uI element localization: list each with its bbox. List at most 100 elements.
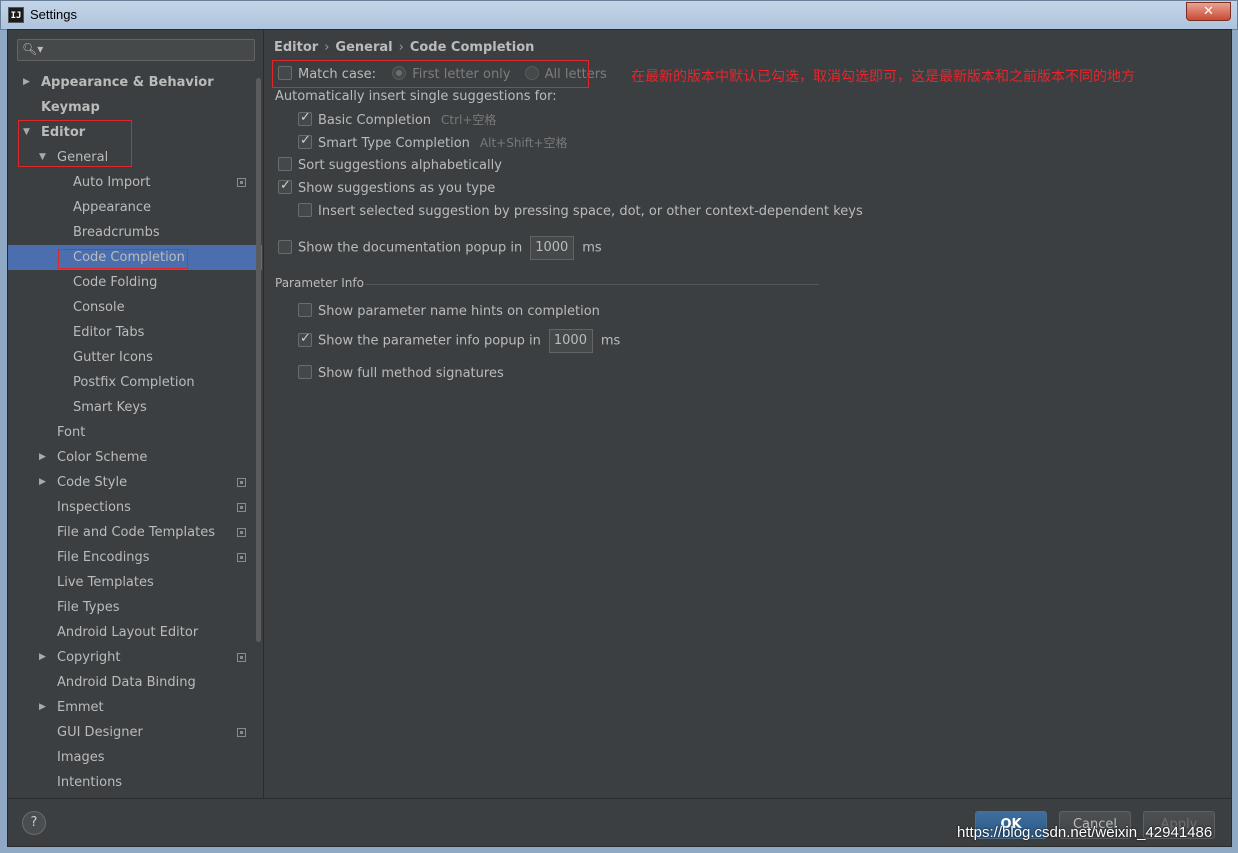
- collapsed-arrow-icon[interactable]: ▶: [23, 70, 30, 95]
- sidebar-item-label: Smart Keys: [73, 400, 147, 415]
- sidebar-scrollbar[interactable]: [256, 78, 261, 642]
- breadcrumb-editor[interactable]: Editor: [274, 40, 318, 55]
- sidebar-item-keymap[interactable]: Keymap: [8, 95, 262, 120]
- sidebar-item-font[interactable]: Font: [8, 420, 262, 445]
- basic-completion-label: Basic Completion: [318, 113, 432, 128]
- sidebar-item-inspections[interactable]: Inspections: [8, 495, 262, 520]
- sidebar-item-emmet[interactable]: ▶ Emmet: [8, 695, 262, 720]
- sidebar-item-smart-keys[interactable]: Smart Keys: [8, 395, 262, 420]
- doc-popup-delay-input[interactable]: 1000: [530, 236, 575, 260]
- sidebar-item-label: Code Folding: [73, 275, 158, 290]
- sidebar-item-label: Breadcrumbs: [73, 225, 160, 240]
- info-popup-row: Show the parameter info popup in 1000 ms: [298, 329, 620, 353]
- collapsed-arrow-icon[interactable]: ▶: [39, 445, 46, 470]
- sidebar-item-file-types[interactable]: File Types: [8, 595, 262, 620]
- window-title: Settings: [30, 7, 77, 22]
- sidebar-item-android-layout-editor[interactable]: Android Layout Editor: [8, 620, 262, 645]
- sidebar-item-label: File Encodings: [57, 550, 150, 565]
- sidebar-item-gui-designer[interactable]: GUI Designer: [8, 720, 262, 745]
- smart-completion-shortcut: Alt+Shift+空格: [479, 136, 568, 150]
- sidebar-item-editor-tabs[interactable]: Editor Tabs: [8, 320, 262, 345]
- info-popup-delay-input[interactable]: 1000: [548, 329, 593, 353]
- sidebar-item-label: Images: [57, 750, 105, 765]
- project-scope-icon: [237, 553, 246, 562]
- sidebar-item-appearance-behavior[interactable]: ▶ Appearance & Behavior: [8, 70, 262, 95]
- full-signatures-checkbox[interactable]: [298, 365, 312, 379]
- sidebar-item-images[interactable]: Images: [8, 745, 262, 770]
- sidebar-item-copyright[interactable]: ▶ Copyright: [8, 645, 262, 670]
- sidebar-item-gutter-icons[interactable]: Gutter Icons: [8, 345, 262, 370]
- sidebar-item-code-folding[interactable]: Code Folding: [8, 270, 262, 295]
- breadcrumb: Editor › General › Code Completion: [274, 40, 534, 55]
- doc-popup-label: Show the documentation popup in: [298, 240, 523, 256]
- sort-checkbox[interactable]: [278, 157, 292, 171]
- collapsed-arrow-icon[interactable]: ▶: [39, 470, 46, 495]
- sidebar-item-label: Intentions: [57, 775, 123, 790]
- info-popup-checkbox[interactable]: [298, 331, 312, 347]
- sidebar-item-postfix-completion[interactable]: Postfix Completion: [8, 370, 262, 395]
- name-hints-checkbox[interactable]: [298, 303, 312, 317]
- smart-completion-row: Smart Type Completion Alt+Shift+空格: [298, 133, 568, 151]
- sidebar-item-intentions[interactable]: Intentions: [8, 770, 262, 795]
- project-scope-icon: [237, 478, 246, 487]
- sidebar-item-live-templates[interactable]: Live Templates: [8, 570, 262, 595]
- sidebar-item-label: Emmet: [57, 700, 104, 715]
- project-scope-icon: [237, 528, 246, 537]
- breadcrumb-separator: ›: [324, 40, 330, 55]
- sidebar-item-breadcrumbs[interactable]: Breadcrumbs: [8, 220, 262, 245]
- show-as-type-checkbox[interactable]: [278, 178, 292, 194]
- insert-selected-checkbox[interactable]: [298, 203, 312, 217]
- breadcrumb-separator: ›: [398, 40, 404, 55]
- sidebar-item-android-data-binding[interactable]: Android Data Binding: [8, 670, 262, 695]
- collapsed-arrow-icon[interactable]: ▶: [39, 645, 46, 670]
- collapsed-arrow-icon[interactable]: ▶: [39, 695, 46, 720]
- project-scope-icon: [237, 503, 246, 512]
- sidebar-item-console[interactable]: Console: [8, 295, 262, 320]
- watermark: https://blog.csdn.net/weixin_42941486: [957, 824, 1213, 841]
- sidebar-item-file-and-code-templates[interactable]: File and Code Templates: [8, 520, 262, 545]
- sidebar-item-label: Color Scheme: [57, 450, 148, 465]
- basic-completion-shortcut: Ctrl+空格: [441, 113, 497, 127]
- doc-popup-checkbox[interactable]: [278, 239, 292, 254]
- parameter-info-title: Parameter Info: [275, 276, 364, 290]
- insert-selected-row: Insert selected suggestion by pressing s…: [298, 203, 863, 219]
- sidebar-item-color-scheme[interactable]: ▶ Color Scheme: [8, 445, 262, 470]
- close-button[interactable]: ✕: [1186, 2, 1231, 21]
- sidebar-item-label: Keymap: [41, 100, 100, 115]
- sidebar-item-label: Console: [73, 300, 125, 315]
- parameter-info-section: Parameter Info: [275, 276, 825, 291]
- search-icon: 🔍︎▾: [22, 42, 44, 56]
- sidebar-item-label: Editor Tabs: [73, 325, 145, 340]
- breadcrumb-general[interactable]: General: [335, 40, 392, 55]
- annotation-box-match-case: [272, 60, 589, 88]
- window-title-bar[interactable]: IJ Settings ✕: [0, 0, 1238, 30]
- help-button[interactable]: ?: [22, 811, 46, 835]
- project-scope-icon: [237, 178, 246, 187]
- smart-completion-label: Smart Type Completion: [318, 136, 470, 151]
- section-divider: [365, 284, 819, 285]
- sidebar-item-label: Font: [57, 425, 86, 440]
- sidebar-item-label: Inspections: [57, 500, 131, 515]
- sidebar-item-code-style[interactable]: ▶ Code Style: [8, 470, 262, 495]
- show-as-type-label: Show suggestions as you type: [298, 181, 496, 196]
- sidebar-item-label: Gutter Icons: [73, 350, 153, 365]
- search-input[interactable]: 🔍︎▾: [17, 39, 255, 61]
- sidebar-item-label: Android Data Binding: [57, 675, 196, 690]
- sidebar-item-appearance[interactable]: Appearance: [8, 195, 262, 220]
- show-as-type-row: Show suggestions as you type: [278, 178, 496, 196]
- insert-selected-label: Insert selected suggestion by pressing s…: [318, 204, 863, 219]
- sidebar-item-label: Postfix Completion: [73, 375, 195, 390]
- annotation-text: 在最新的版本中默认已勾选，取消勾选即可，这是最新版本和之前版本不同的地方: [631, 69, 1135, 85]
- doc-popup-unit: ms: [582, 240, 602, 256]
- basic-completion-row: Basic Completion Ctrl+空格: [298, 110, 497, 128]
- name-hints-label: Show parameter name hints on completion: [318, 304, 600, 319]
- sidebar-item-label: File Types: [57, 600, 120, 615]
- smart-completion-checkbox[interactable]: [298, 133, 312, 149]
- sidebar-item-auto-import[interactable]: Auto Import: [8, 170, 262, 195]
- full-signatures-row: Show full method signatures: [298, 365, 504, 381]
- full-signatures-label: Show full method signatures: [318, 366, 504, 381]
- sidebar-item-file-encodings[interactable]: File Encodings: [8, 545, 262, 570]
- sidebar-item-label: Appearance: [73, 200, 152, 215]
- basic-completion-checkbox[interactable]: [298, 110, 312, 126]
- project-scope-icon: [237, 653, 246, 662]
